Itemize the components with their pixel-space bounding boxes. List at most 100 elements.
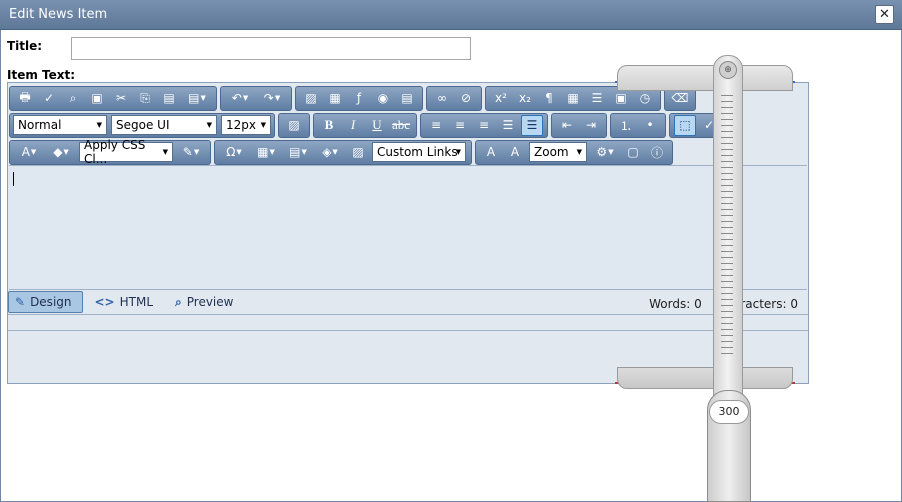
toolbar-group-fonts: Normal ▼ Segoe UI ▼ 12px ▼ bbox=[9, 112, 275, 138]
paragraph-style-value: Normal bbox=[18, 118, 62, 132]
editor-status-strip bbox=[8, 314, 808, 331]
font-name-select[interactable]: Segoe UI ▼ bbox=[111, 115, 217, 135]
toolbar-group-history: ↶ ▼ ↷ ▼ bbox=[220, 85, 292, 111]
toolbar-group-lists: ⒈ • bbox=[610, 112, 666, 138]
image-properties-icon[interactable]: ▨ bbox=[283, 115, 305, 136]
paste-icon[interactable]: ▤ bbox=[158, 88, 180, 109]
pencil-icon: ✎ bbox=[15, 295, 26, 309]
custom-links-value: Custom Links bbox=[377, 145, 458, 159]
convert-lower-icon[interactable]: A bbox=[480, 142, 502, 163]
toolbar-group-edit: 🖶 ✓ ⌕ ▣ ✂ ⎘ ▤ ▤ ▼ bbox=[9, 85, 217, 111]
toolbar-group-indent: ⇤ ⇥ bbox=[551, 112, 607, 138]
zoom-select[interactable]: Zoom ▼ bbox=[529, 142, 587, 162]
word-count: Words: 0 Characters: 0 bbox=[649, 297, 798, 311]
insert-table-icon[interactable]: ▦ ▼ bbox=[251, 142, 281, 163]
image-map-icon[interactable]: ▨ bbox=[347, 142, 369, 163]
toggle-screen-icon[interactable]: ▢ bbox=[622, 142, 644, 163]
hyperlink-icon[interactable]: ∞ bbox=[431, 88, 453, 109]
paragraph-icon[interactable]: ¶ bbox=[538, 88, 560, 109]
indent-icon[interactable]: ⇥ bbox=[580, 115, 602, 136]
font-size-select[interactable]: 12px ▼ bbox=[221, 115, 271, 135]
item-text-label: Item Text: bbox=[7, 68, 76, 82]
dialog-title: Edit News Item bbox=[9, 7, 108, 22]
tab-html[interactable]: <> HTML bbox=[89, 291, 164, 313]
fore-color-icon[interactable]: A ▼ bbox=[14, 142, 44, 163]
template-manager-icon[interactable]: ▤ bbox=[396, 88, 418, 109]
toolbar-group-view: A A Zoom ▼ ⚙ ▼ ▢ ⓘ bbox=[475, 139, 673, 165]
module-manager-icon[interactable]: ⚙ ▼ bbox=[590, 142, 620, 163]
about-icon[interactable]: ⓘ bbox=[646, 142, 668, 163]
font-name-value: Segoe UI bbox=[116, 118, 170, 132]
chevron-down-icon: ▼ bbox=[576, 148, 582, 156]
document-manager-icon[interactable]: ▦ bbox=[324, 88, 346, 109]
align-right-icon[interactable]: ≡ bbox=[473, 115, 495, 136]
strikethrough-icon[interactable]: abc bbox=[390, 115, 412, 136]
paragraph-style-select[interactable]: Normal ▼ bbox=[13, 115, 107, 135]
tab-preview-label: Preview bbox=[186, 295, 234, 309]
copy-icon[interactable]: ⎘ bbox=[134, 88, 156, 109]
flash-manager-icon[interactable]: ƒ bbox=[348, 88, 370, 109]
format-stripper-icon[interactable]: ⌫ bbox=[669, 88, 691, 109]
italic-icon[interactable]: I bbox=[342, 115, 364, 136]
insert-date-icon[interactable]: ▦ bbox=[562, 88, 584, 109]
tab-html-label: HTML bbox=[119, 295, 154, 309]
bold-icon[interactable]: B bbox=[318, 115, 340, 136]
toolbar-group-format: B I U abc bbox=[313, 112, 417, 138]
rich-text-editor: 🖶 ✓ ⌕ ▣ ✂ ⎘ ▤ ▤ ▼ ↶ ▼ ↷ ▼ ▨ ▦ ƒ ◉ ▤ ∞ ⊘ x² … bbox=[7, 82, 809, 384]
redo-icon[interactable]: ↷ ▼ bbox=[257, 88, 287, 109]
back-color-icon[interactable]: ◆ ▼ bbox=[46, 142, 76, 163]
select-all-icon[interactable]: ▣ bbox=[86, 88, 108, 109]
close-button[interactable]: ✕ bbox=[875, 5, 894, 24]
toolbar-group-align: ≡ ≡ ≡ ☰ ☰ bbox=[420, 112, 548, 138]
code-icon: <> bbox=[94, 295, 115, 309]
underline-icon[interactable]: U bbox=[366, 115, 388, 136]
toolbar-group-insert: x² x₂ ¶ ▦ ☰ ▣ ◷ bbox=[485, 85, 661, 111]
media-manager-icon[interactable]: ◉ bbox=[372, 88, 394, 109]
insert-custom-icon[interactable]: ◈ ▼ bbox=[315, 142, 345, 163]
dialog-titlebar: Edit News Item ✕ bbox=[0, 0, 902, 30]
bulleted-list-icon[interactable]: • bbox=[639, 115, 661, 136]
superscript-icon[interactable]: x² bbox=[490, 88, 512, 109]
insert-snippet-icon[interactable]: ▣ bbox=[610, 88, 632, 109]
paste-options-icon[interactable]: ▤ ▼ bbox=[182, 88, 212, 109]
chevron-down-icon: ▼ bbox=[260, 121, 266, 129]
numbered-list-icon[interactable]: ⒈ bbox=[615, 115, 637, 136]
outdent-icon[interactable]: ⇤ bbox=[556, 115, 578, 136]
font-size-value: 12px bbox=[226, 118, 256, 132]
custom-links-select[interactable]: Custom Links ▼ bbox=[372, 142, 466, 162]
remove-link-icon[interactable]: ⊘ bbox=[455, 88, 477, 109]
toolbar-group-insert-objects: Ω ▼ ▦ ▼ ▤ ▼ ◈ ▼ ▨ Custom Links ▼ bbox=[214, 139, 472, 165]
toolbar-row-3: A ▼ ◆ ▼ Apply CSS Cl... ▼ ✎ ▼ Ω ▼ ▦ ▼ ▤ ▼ ◈ ▼ ▨… bbox=[9, 138, 676, 166]
special-characters-icon[interactable]: Ω ▼ bbox=[219, 142, 249, 163]
spellcheck-icon[interactable]: ✓ bbox=[38, 88, 60, 109]
xhtml-validator-icon[interactable]: ✓ bbox=[698, 115, 720, 136]
chevron-down-icon: ▼ bbox=[455, 148, 461, 156]
format-painter-icon[interactable]: ✎ ▼ bbox=[176, 142, 206, 163]
align-left-icon[interactable]: ≡ bbox=[425, 115, 447, 136]
time-icon[interactable]: ◷ bbox=[634, 88, 656, 109]
justify-icon[interactable]: ☰ bbox=[497, 115, 519, 136]
tab-preview[interactable]: ⌕ Preview bbox=[169, 291, 243, 313]
title-input[interactable] bbox=[71, 37, 471, 60]
cut-icon[interactable]: ✂ bbox=[110, 88, 132, 109]
insert-list-icon[interactable]: ▤ ▼ bbox=[283, 142, 313, 163]
horizontal-rule-icon[interactable]: ☰ bbox=[586, 88, 608, 109]
toolbar-row-1: 🖶 ✓ ⌕ ▣ ✂ ⎘ ▤ ▤ ▼ ↶ ▼ ↷ ▼ ▨ ▦ ƒ ◉ ▤ ∞ ⊘ x² … bbox=[9, 85, 699, 111]
subscript-icon[interactable]: x₂ bbox=[514, 88, 536, 109]
find-icon[interactable]: ⌕ bbox=[62, 88, 84, 109]
words-count-label: Words: 0 bbox=[649, 297, 702, 311]
convert-upper-icon[interactable]: A bbox=[504, 142, 526, 163]
chevron-down-icon: ▼ bbox=[206, 121, 212, 129]
show-borders-icon[interactable]: ⬚ bbox=[674, 114, 696, 136]
image-manager-icon[interactable]: ▨ bbox=[300, 88, 322, 109]
undo-icon[interactable]: ↶ ▼ bbox=[225, 88, 255, 109]
editor-content-area[interactable] bbox=[9, 165, 807, 290]
css-class-select[interactable]: Apply CSS Cl... ▼ bbox=[79, 138, 173, 166]
tab-design[interactable]: ✎ Design bbox=[8, 291, 83, 313]
align-center-icon[interactable]: ≡ bbox=[449, 115, 471, 136]
align-none-icon[interactable]: ☰ bbox=[521, 114, 543, 136]
chevron-down-icon: ▼ bbox=[162, 148, 168, 156]
print-icon[interactable]: 🖶 bbox=[14, 88, 36, 109]
chevron-down-icon: ▼ bbox=[96, 121, 102, 129]
title-label: Title: bbox=[7, 39, 43, 53]
